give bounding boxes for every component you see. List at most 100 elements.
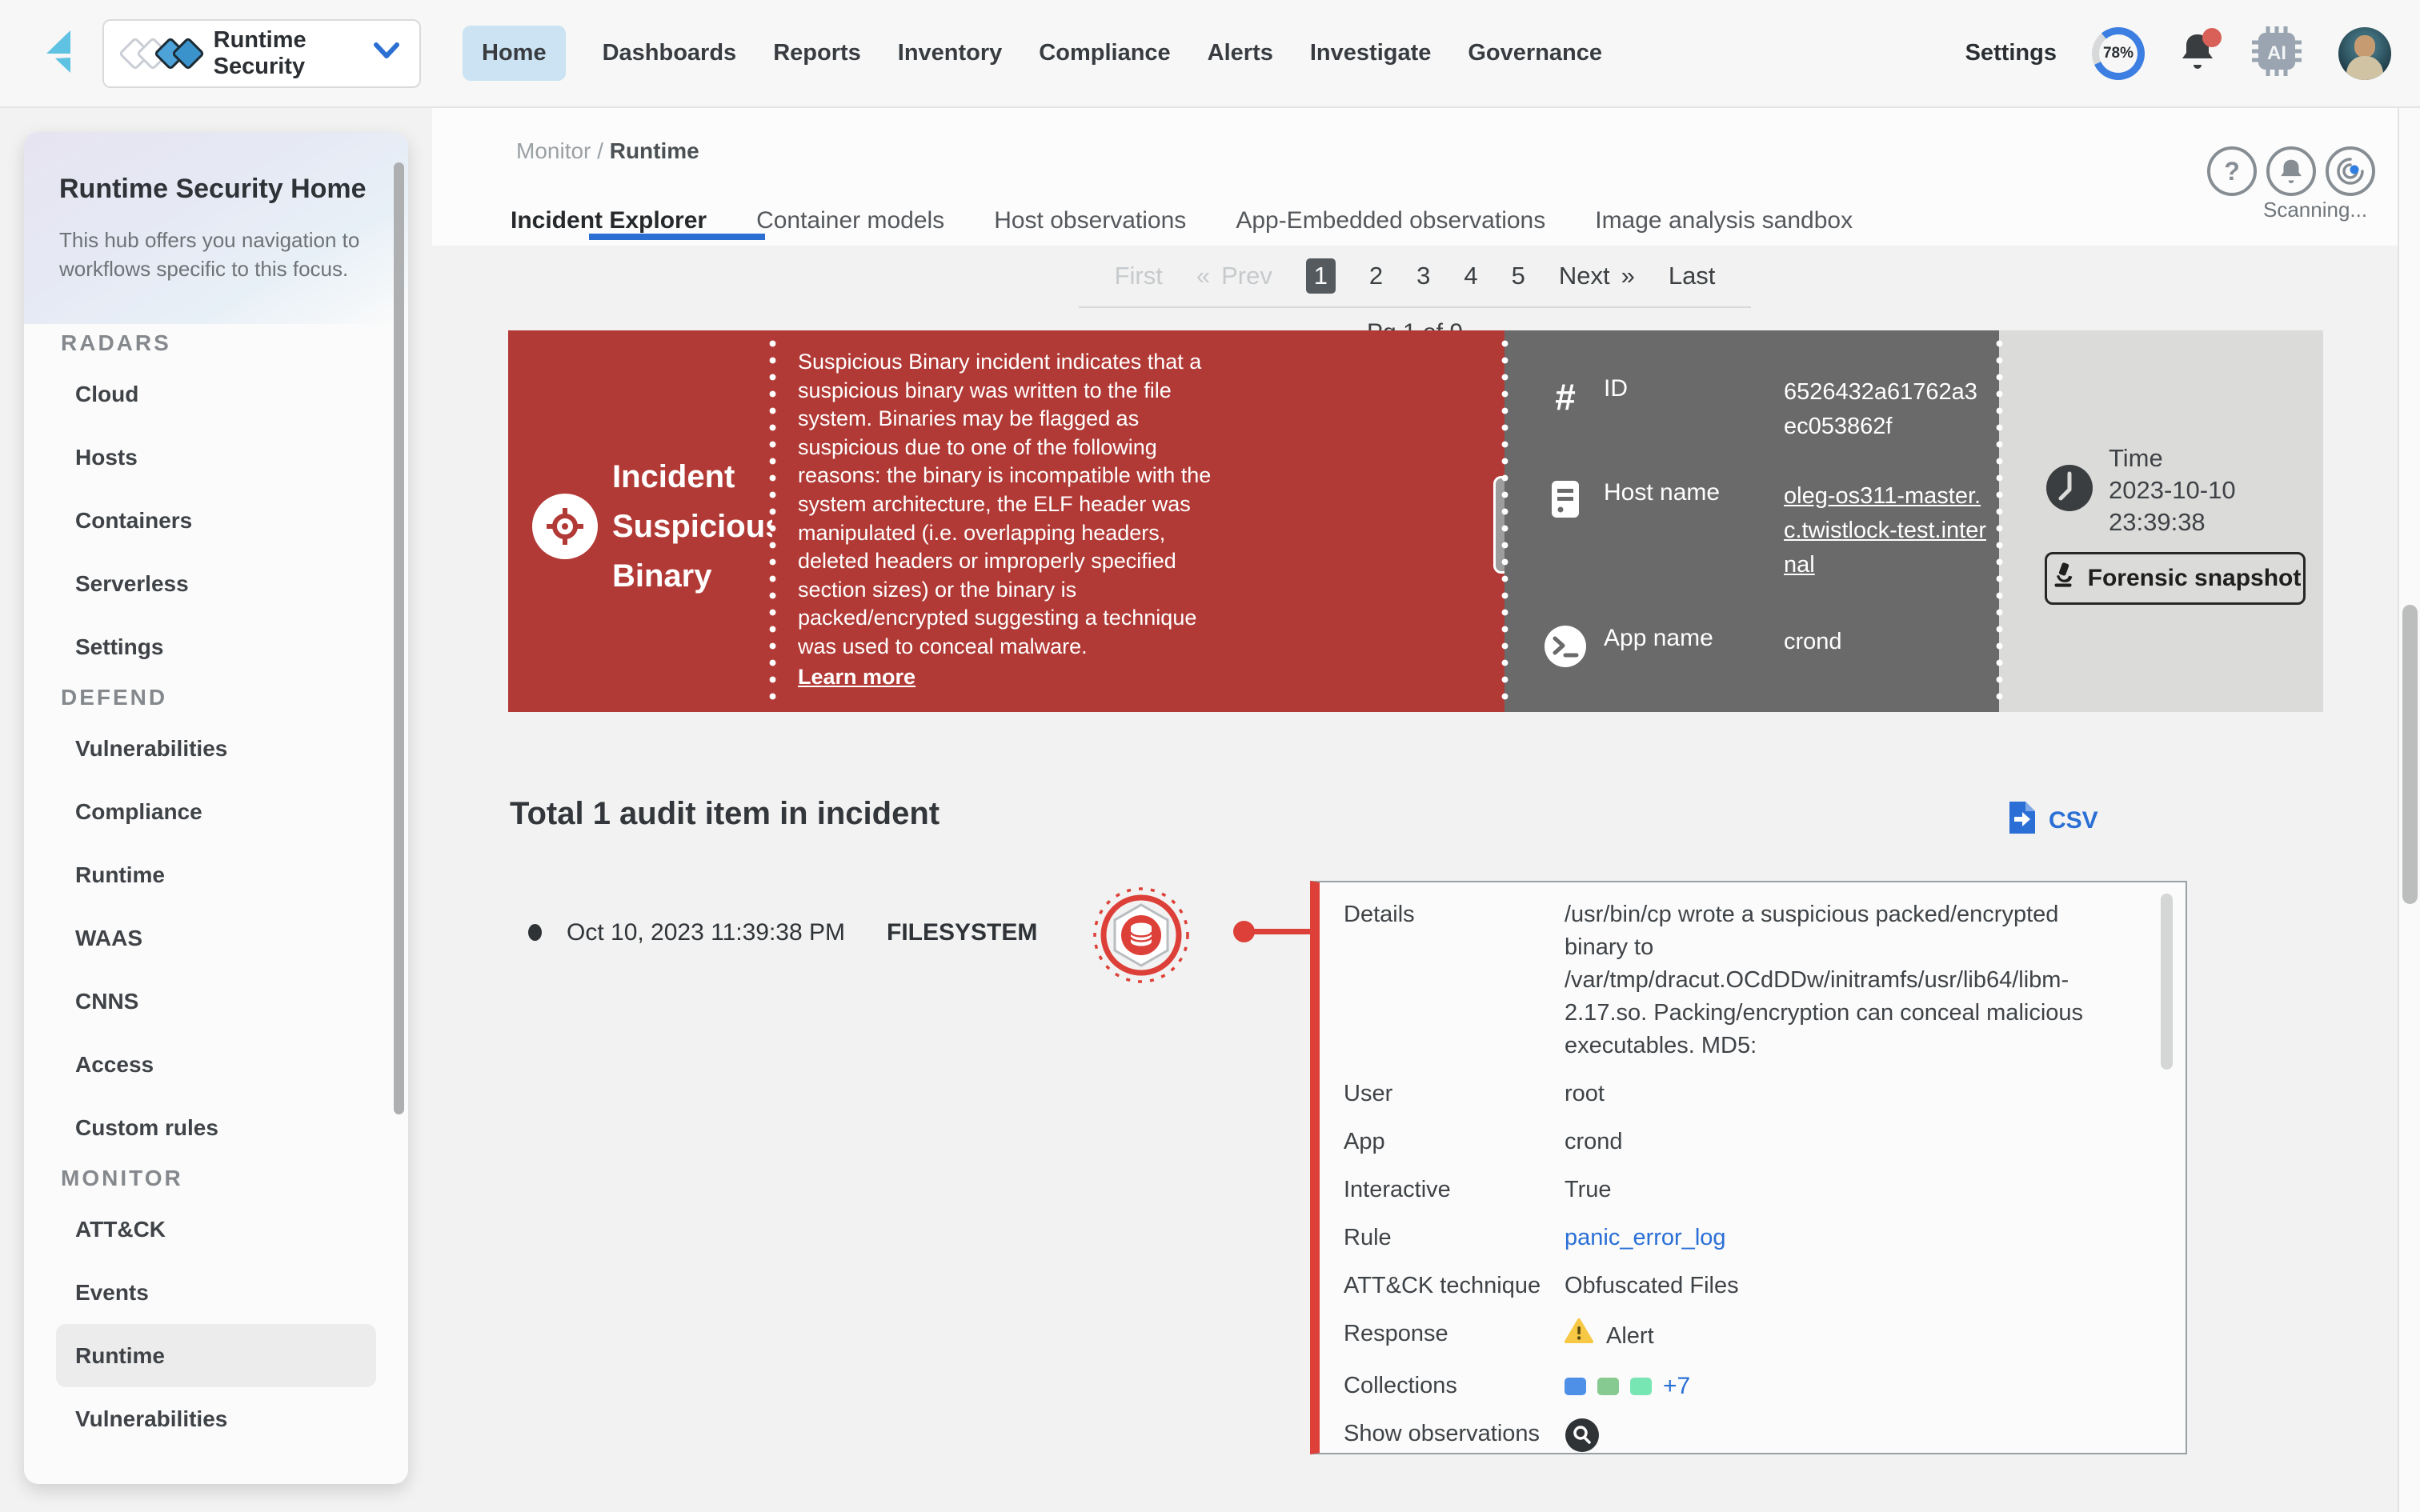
details-scrollbar[interactable] (2161, 894, 2173, 1070)
pagination-page-3[interactable]: 3 (1416, 262, 1430, 290)
tab-container-models[interactable]: Container models (756, 207, 944, 234)
sidebar-item-events[interactable]: Events (56, 1261, 376, 1324)
collections-more-link[interactable]: +7 (1663, 1370, 1690, 1402)
ai-copilot-icon[interactable]: AI (2250, 25, 2303, 82)
sidebar-item-attck[interactable]: ATT&CK (56, 1198, 376, 1261)
host-server-icon (1540, 479, 1591, 582)
sidebar-item-cnns[interactable]: CNNS (56, 970, 376, 1033)
sidebar-item-vulnerabilities-monitor[interactable]: Vulnerabilities (56, 1387, 376, 1450)
sidebar-section-monitor: MONITOR (56, 1159, 376, 1198)
sidebar-item-settings[interactable]: Settings (56, 615, 376, 678)
runtime-tabs: Incident Explorer Container models Host … (511, 207, 1853, 234)
audit-total: Total 1 audit item in incident (510, 796, 940, 832)
event-timestamp: Oct 10, 2023 11:39:38 PM (567, 919, 845, 946)
sidebar-item-custom-rules[interactable]: Custom rules (56, 1096, 376, 1159)
incident-title-section: Incident Suspicious Binary (508, 330, 772, 712)
tab-incident-explorer[interactable]: Incident Explorer (511, 207, 707, 234)
nav-alerts[interactable]: Alerts (1208, 40, 1273, 66)
alerts-bell-icon[interactable] (2266, 146, 2316, 196)
ai-badge-text: AI (2267, 42, 2286, 64)
nav-home[interactable]: Home (463, 26, 566, 81)
breadcrumb-section[interactable]: Monitor (516, 138, 591, 163)
sidebar-item-hosts[interactable]: Hosts (56, 426, 376, 489)
time-date: 2023-10-10 (2109, 474, 2236, 506)
pagination-prev[interactable]: « Prev (1196, 262, 1272, 290)
show-observations-icon[interactable] (1565, 1433, 1600, 1458)
details-label: Details (1344, 898, 1565, 1062)
sidebar-item-vulnerabilities-defend[interactable]: Vulnerabilities (56, 717, 376, 780)
credits-progress-ring[interactable]: 78% (2092, 27, 2145, 80)
interactive-label: Interactive (1344, 1174, 1565, 1206)
settings-link[interactable]: Settings (1965, 40, 2057, 66)
sidebar-item-compliance[interactable]: Compliance (56, 780, 376, 843)
incident-title: Incident Suspicious Binary (612, 452, 772, 601)
event-type: FILESYSTEM (887, 919, 1037, 946)
nav-compliance[interactable]: Compliance (1039, 40, 1170, 66)
pagination-page-5[interactable]: 5 (1512, 262, 1525, 290)
workspace-selector[interactable]: Runtime Security (102, 19, 421, 88)
host-name-value[interactable]: oleg-os311-master.c.twistlock-test.inter… (1784, 479, 1990, 582)
user-value: root (1565, 1078, 2125, 1110)
filesystem-event-badge[interactable] (1092, 886, 1191, 989)
scanning-label: Scanning... (2263, 198, 2367, 222)
interactive-value: True (1565, 1174, 2125, 1206)
timeline-bullet (528, 924, 542, 941)
chevron-down-icon (373, 42, 400, 65)
pagination-last[interactable]: Last (1669, 262, 1716, 290)
tab-image-analysis-sandbox[interactable]: Image analysis sandbox (1595, 207, 1853, 234)
learn-more-link[interactable]: Learn more (798, 663, 916, 692)
pagination-page-2[interactable]: 2 (1369, 262, 1383, 290)
sidebar-item-runtime-defend[interactable]: Runtime (56, 843, 376, 906)
pagination-page-1[interactable]: 1 (1306, 258, 1336, 294)
sidebar-title: Runtime Security Home (59, 174, 373, 205)
time-clock: 23:39:38 (2109, 506, 2236, 538)
nav-investigate[interactable]: Investigate (1310, 40, 1432, 66)
page-scrollbar[interactable] (2398, 108, 2420, 1512)
response-value: Alert (1606, 1320, 1654, 1353)
collection-chip-mint[interactable] (1630, 1378, 1652, 1395)
collection-chip-blue[interactable] (1565, 1378, 1586, 1395)
sidebar-scrollbar[interactable] (394, 162, 404, 1114)
nav-governance[interactable]: Governance (1468, 40, 1602, 66)
pagination-page-4[interactable]: 4 (1464, 262, 1477, 290)
nav-reports[interactable]: Reports (773, 40, 861, 66)
csv-export-link[interactable]: CSV (2007, 801, 2098, 841)
sidebar-section-radars: RADARS (56, 324, 376, 362)
scan-status-icon[interactable] (2326, 146, 2375, 196)
notifications-bell-icon[interactable] (2180, 31, 2215, 75)
pagination-next[interactable]: Next » (1559, 262, 1635, 290)
csv-label: CSV (2049, 807, 2098, 834)
collections-label: Collections (1344, 1370, 1565, 1402)
collection-chip-green[interactable] (1597, 1378, 1619, 1395)
forensic-snapshot-button[interactable]: Forensic snapshot (2045, 552, 2306, 605)
runtime-security-sidebar: Runtime Security Home This hub offers yo… (24, 132, 408, 1484)
breadcrumb-divider: / (597, 138, 603, 163)
page-scrollbar-thumb[interactable] (2402, 605, 2418, 904)
nav-inventory[interactable]: Inventory (898, 40, 1003, 66)
response-label: Response (1344, 1318, 1565, 1354)
show-observations-label: Show observations (1344, 1418, 1565, 1462)
progress-percent: 78% (2099, 34, 2138, 73)
attack-technique-label: ATT&CK technique (1344, 1270, 1565, 1302)
dotted-divider (769, 335, 776, 707)
tab-host-observations[interactable]: Host observations (994, 207, 1186, 234)
id-value: 6526432a61762a3ec053862f (1784, 375, 1990, 444)
tab-app-embedded-observations[interactable]: App-Embedded observations (1236, 207, 1545, 234)
nav-dashboards[interactable]: Dashboards (603, 40, 737, 66)
user-avatar[interactable] (2338, 27, 2391, 80)
sidebar-item-waas[interactable]: WAAS (56, 906, 376, 970)
sidebar-item-runtime-monitor[interactable]: Runtime (56, 1324, 376, 1387)
sidebar-item-containers[interactable]: Containers (56, 489, 376, 552)
rule-link[interactable]: panic_error_log (1565, 1222, 2125, 1254)
pagination-first[interactable]: First (1115, 262, 1163, 290)
id-hash-icon: # (1540, 375, 1591, 444)
sidebar-subtitle: This hub offers you navigation to workfl… (59, 226, 379, 283)
sidebar-item-access[interactable]: Access (56, 1033, 376, 1096)
help-icon[interactable]: ? (2207, 146, 2257, 196)
pagination-divider (1079, 306, 1751, 308)
workspace-diamonds-icon (123, 38, 202, 70)
app-terminal-icon (1540, 625, 1591, 668)
incident-description: Suspicious Binary incident indicates tha… (798, 348, 1218, 691)
sidebar-item-serverless[interactable]: Serverless (56, 552, 376, 615)
sidebar-item-cloud[interactable]: Cloud (56, 362, 376, 426)
